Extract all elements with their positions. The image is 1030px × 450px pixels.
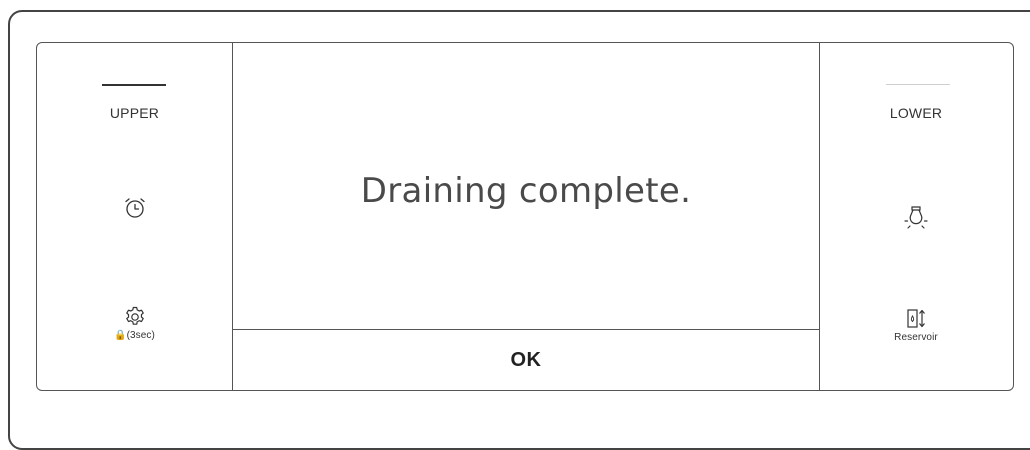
- light-bulb-icon: [904, 206, 928, 229]
- left-control-column: UPPER 🔒(3sec): [37, 43, 232, 390]
- settings-lock-button[interactable]: 🔒(3sec): [37, 305, 232, 341]
- lock-3sec-caption: 🔒(3sec): [114, 330, 155, 341]
- timer-button[interactable]: [37, 195, 232, 221]
- control-panel: UPPER 🔒(3sec) Draining complete. OK LOWE: [36, 42, 1014, 391]
- display-screen: Draining complete. OK: [232, 43, 820, 390]
- status-message: Draining complete.: [360, 171, 692, 211]
- reservoir-caption: Reservoir: [894, 332, 938, 343]
- upper-button[interactable]: UPPER: [37, 105, 232, 121]
- lower-inactive-indicator: [886, 84, 950, 85]
- right-control-column: LOWER Reservoir: [819, 43, 1013, 390]
- gear-icon: [125, 306, 144, 325]
- ok-button-label: OK: [510, 348, 542, 371]
- lower-button[interactable]: LOWER: [819, 105, 1013, 121]
- upper-active-indicator: [102, 84, 166, 86]
- reservoir-button[interactable]: Reservoir: [819, 307, 1013, 343]
- light-button[interactable]: [819, 203, 1013, 233]
- alarm-clock-icon: [124, 198, 145, 218]
- ok-button[interactable]: OK: [233, 329, 819, 390]
- reservoir-icon: [907, 309, 925, 328]
